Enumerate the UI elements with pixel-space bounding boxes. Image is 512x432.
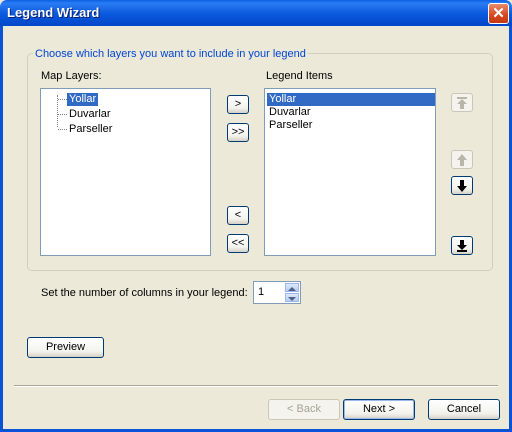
group-label: Choose which layers you want to include … xyxy=(33,48,308,60)
move-to-top-button[interactable] xyxy=(451,93,473,112)
title-bar: Legend Wizard ✕ xyxy=(0,0,512,26)
preview-button[interactable]: Preview xyxy=(27,337,104,358)
window-title: Legend Wizard xyxy=(7,5,100,20)
legend-item-yollar[interactable]: Yollar xyxy=(267,93,435,106)
chevron-down-icon xyxy=(288,297,296,301)
spin-up-button[interactable] xyxy=(285,283,299,292)
move-down-button[interactable] xyxy=(451,176,473,195)
remove-layer-button[interactable]: < xyxy=(227,206,249,225)
legend-item-duvarlar[interactable]: Duvarlar xyxy=(267,106,435,119)
close-button[interactable]: ✕ xyxy=(488,3,509,24)
spin-down-button[interactable] xyxy=(285,293,299,302)
window-frame-left xyxy=(0,26,3,432)
map-layers-label: Map Layers: xyxy=(41,70,102,82)
tree-connector xyxy=(58,99,67,100)
arrow-to-bottom-icon xyxy=(457,240,467,252)
tree-item-yollar[interactable]: Yollar xyxy=(67,93,99,106)
legend-items-list[interactable]: Yollar Duvarlar Parseller xyxy=(264,88,436,256)
spinner-buttons xyxy=(285,283,299,302)
move-up-button[interactable] xyxy=(451,150,473,169)
legend-items-label: Legend Items xyxy=(266,70,333,82)
back-button[interactable]: < Back xyxy=(268,399,340,420)
footer-separator-highlight xyxy=(14,386,498,387)
next-button[interactable]: Next > xyxy=(343,399,415,420)
add-layer-button[interactable]: > xyxy=(227,95,249,114)
tree-connector xyxy=(58,114,67,115)
add-all-layers-button[interactable]: >> xyxy=(227,123,249,142)
remove-all-layers-button[interactable]: << xyxy=(227,234,249,253)
cancel-button[interactable]: Cancel xyxy=(428,399,500,420)
tree-item-parseller[interactable]: Parseller xyxy=(67,123,114,136)
legend-item-parseller[interactable]: Parseller xyxy=(267,119,435,132)
chevron-up-icon xyxy=(288,287,296,291)
arrow-down-icon xyxy=(457,180,467,192)
columns-label: Set the number of columns in your legend… xyxy=(41,287,248,299)
arrow-up-icon xyxy=(457,154,467,166)
move-to-bottom-button[interactable] xyxy=(451,236,473,255)
tree-item-duvarlar[interactable]: Duvarlar xyxy=(67,108,113,121)
columns-spinner[interactable]: 1 xyxy=(253,281,301,304)
close-icon: ✕ xyxy=(492,5,505,22)
arrow-to-top-icon xyxy=(457,97,467,109)
columns-value[interactable]: 1 xyxy=(258,286,264,298)
tree-connector xyxy=(58,129,67,130)
map-layers-tree[interactable]: Yollar Duvarlar Parseller xyxy=(40,88,211,256)
